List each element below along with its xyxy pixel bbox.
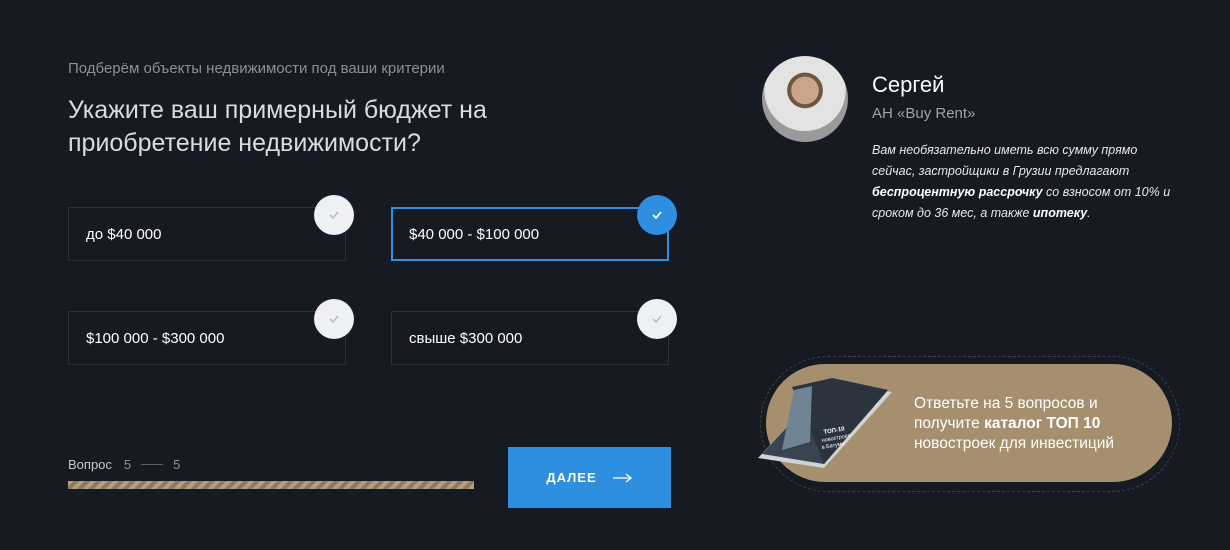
arrow-right-icon xyxy=(612,472,632,483)
option-label: $100 000 - $300 000 xyxy=(86,329,225,347)
progress-counter: Вопрос 5 5 xyxy=(68,457,180,472)
option-100k-300k[interactable]: $100 000 - $300 000 xyxy=(68,311,346,365)
promo-text-bold: каталог ТОП 10 xyxy=(984,415,1101,432)
progress-separator xyxy=(141,464,164,465)
agent-agency: АН «Buy Rent» xyxy=(872,105,976,122)
progress-bar-fill xyxy=(68,481,474,489)
agent-avatar xyxy=(762,56,848,142)
agent-message-text: Вам необязательно иметь всю сумму прямо … xyxy=(872,143,1138,178)
next-button-label: ДАЛЕЕ xyxy=(546,470,597,485)
option-label: $40 000 - $100 000 xyxy=(409,225,540,243)
quiz-question: Укажите ваш примерный бюджет на приобрет… xyxy=(68,96,487,157)
promo-text: Ответьте на 5 вопросов и получите катало… xyxy=(914,394,1154,454)
progress-total: 5 xyxy=(173,457,181,472)
check-icon xyxy=(314,299,354,339)
check-icon xyxy=(637,195,677,235)
option-up-to-40k[interactable]: до $40 000 xyxy=(68,207,346,261)
option-over-300k[interactable]: свыше $300 000 xyxy=(391,311,669,365)
progress-current: 5 xyxy=(123,457,132,472)
option-40k-100k[interactable]: $40 000 - $100 000 xyxy=(391,207,669,261)
agent-name: Сергей xyxy=(872,72,945,97)
next-button[interactable]: ДАЛЕЕ xyxy=(508,447,671,508)
check-icon xyxy=(637,299,677,339)
option-label: свыше $300 000 xyxy=(409,329,523,347)
progress-label: Вопрос xyxy=(68,457,112,472)
agent-message: Вам необязательно иметь всю сумму прямо … xyxy=(872,140,1182,224)
agent-message-text: . xyxy=(1087,206,1091,220)
agent-message-bold: ипотеку xyxy=(1032,206,1088,220)
option-label: до $40 000 xyxy=(86,225,162,243)
catalog-book-image: ТОП-10 новостроек в Батуми xyxy=(758,378,892,468)
agent-message-bold: беспроцентную рассрочку xyxy=(872,185,1043,199)
quiz-subtitle: Подберём объекты недвижимости под ваши к… xyxy=(68,60,445,77)
check-icon xyxy=(314,195,354,235)
progress-bar xyxy=(68,481,474,489)
promo-text-part: новостроек для инвестиций xyxy=(914,435,1115,452)
